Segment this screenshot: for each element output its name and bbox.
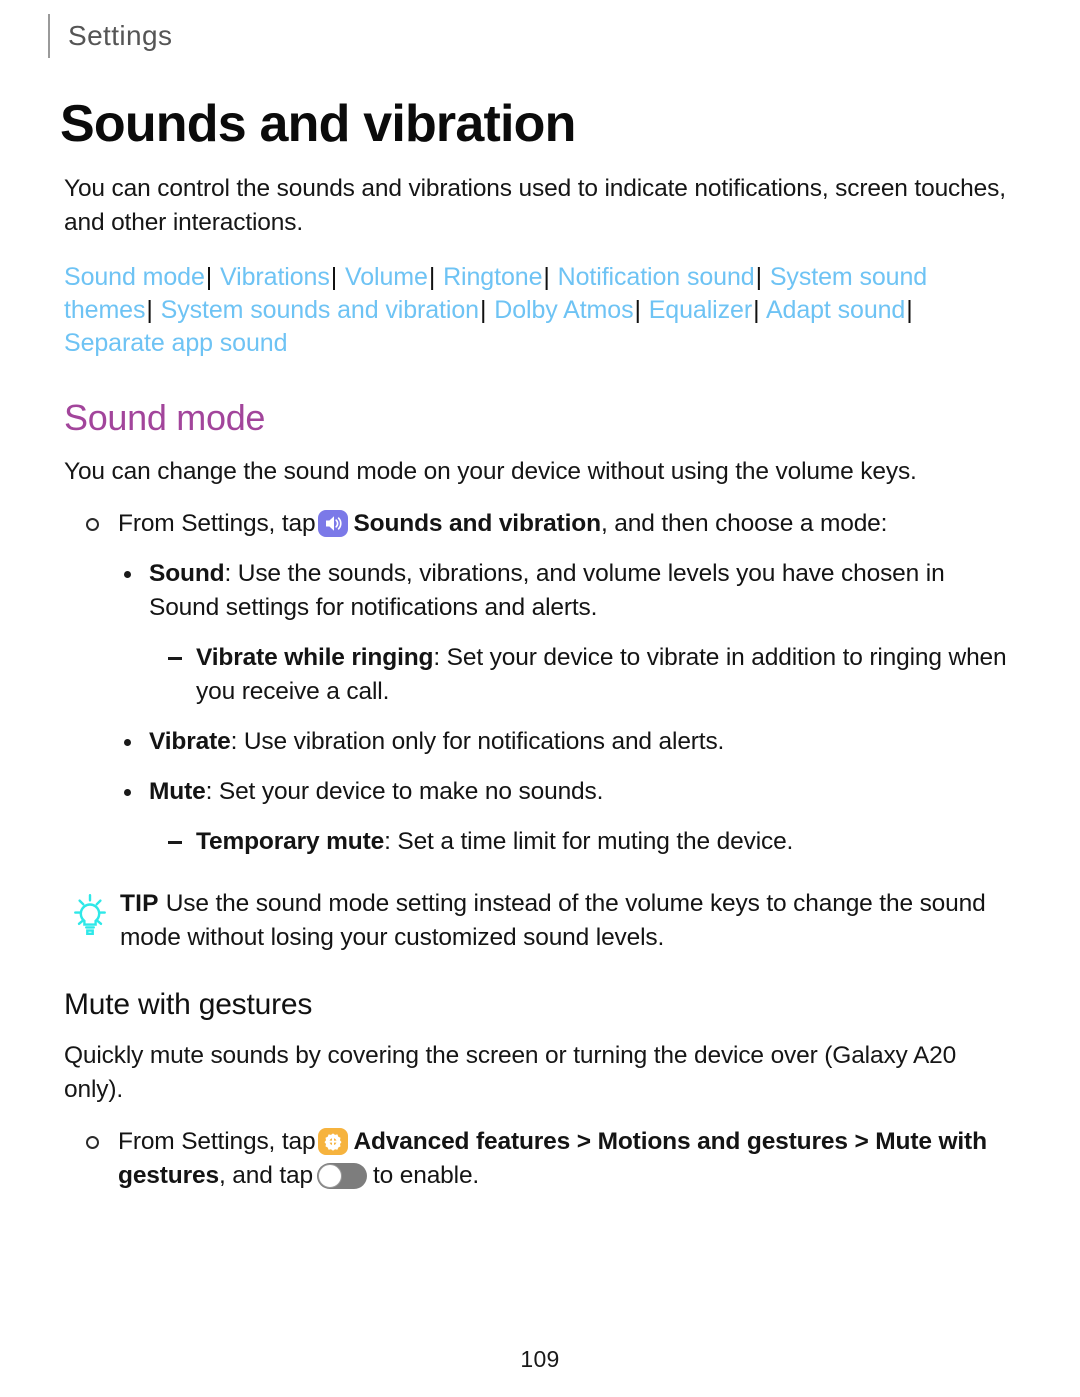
list-item-desc: : Set your device to make no sounds. bbox=[205, 778, 604, 806]
list-item-desc: : Set a time limit for muting the device… bbox=[384, 828, 794, 856]
step-suffix: , and then choose a mode: bbox=[600, 510, 888, 538]
list-item-text: Sound: Use the sounds, vibrations, and v… bbox=[149, 557, 1014, 625]
list-item: Sound: Use the sounds, vibrations, and v… bbox=[124, 557, 1014, 625]
toggle-switch[interactable] bbox=[316, 1163, 367, 1190]
breadcrumb-label: Settings bbox=[68, 20, 173, 51]
step-suffix: to enable. bbox=[372, 1162, 480, 1190]
breadcrumb: Settings bbox=[48, 12, 172, 60]
bullet-dot-icon bbox=[124, 571, 131, 579]
list-item-term: Vibrate while ringing bbox=[196, 644, 434, 672]
list-item-term: Mute bbox=[149, 778, 206, 806]
list-item-desc: : Use vibration only for notifications a… bbox=[230, 728, 725, 756]
list-item-text: Vibrate: Use vibration only for notifica… bbox=[149, 725, 1014, 759]
list-item: Temporary mute: Set a time limit for mut… bbox=[168, 825, 1014, 859]
content-column: You can control the sounds and vibration… bbox=[64, 172, 1014, 1193]
list-item: Vibrate while ringing: Set your device t… bbox=[168, 641, 1014, 709]
link-equalizer[interactable]: Equalizer bbox=[649, 296, 752, 324]
tip-text-block: TIP Use the sound mode setting instead of… bbox=[118, 887, 1014, 955]
list-item-desc: : Use the sounds, vibrations, and volume… bbox=[149, 560, 945, 622]
link-adapt-sound[interactable]: Adapt sound bbox=[766, 296, 905, 324]
bullet-dot-icon bbox=[124, 789, 131, 797]
list-item-term: Vibrate bbox=[149, 728, 231, 756]
bullet-dot-icon bbox=[124, 739, 131, 747]
link-notification-sound[interactable]: Notification sound bbox=[558, 263, 755, 291]
intro-paragraph: You can control the sounds and vibration… bbox=[64, 175, 1006, 236]
list-item-term: Temporary mute bbox=[196, 828, 385, 856]
link-separator: | bbox=[479, 296, 487, 324]
link-separator: | bbox=[205, 263, 213, 291]
step-bold-target: Sounds and vibration bbox=[353, 510, 601, 538]
link-sound-mode[interactable]: Sound mode bbox=[64, 263, 205, 291]
list-item: Mute: Set your device to make no sounds. bbox=[124, 775, 1014, 809]
link-dolby-atmos[interactable]: Dolby Atmos bbox=[494, 296, 633, 324]
link-separator: | bbox=[634, 296, 641, 324]
link-separator: | bbox=[330, 263, 338, 291]
bullet-dash-icon bbox=[168, 657, 182, 660]
list-item: From Settings, tap Sounds and vibration,… bbox=[86, 507, 1014, 541]
list-item: From Settings, tap Advanced features > M… bbox=[86, 1125, 1014, 1193]
toggle-knob bbox=[317, 1164, 342, 1189]
link-separator: | bbox=[755, 263, 763, 291]
link-separator: | bbox=[906, 296, 913, 324]
link-separate-app-sound[interactable]: Separate app sound bbox=[64, 329, 287, 357]
step-prefix: From Settings, tap bbox=[118, 510, 316, 538]
list-item-text: Temporary mute: Set a time limit for mut… bbox=[196, 825, 1014, 859]
hollow-bullet-icon bbox=[86, 1136, 99, 1150]
tip-callout: TIP Use the sound mode setting instead of… bbox=[64, 887, 1014, 955]
page-number: 109 bbox=[520, 1346, 560, 1372]
link-vibrations[interactable]: Vibrations bbox=[220, 263, 330, 291]
document-page: Settings Sounds and vibration You can co… bbox=[0, 0, 1080, 1397]
tip-text: Use the sound mode setting instead of th… bbox=[120, 890, 986, 952]
speaker-icon bbox=[318, 510, 349, 538]
subsection-heading-mute-with-gestures: Mute with gestures bbox=[64, 988, 313, 1022]
list-item-text: From Settings, tap Advanced features > M… bbox=[118, 1125, 1014, 1193]
gear-icon bbox=[318, 1128, 349, 1156]
list-item: Vibrate: Use vibration only for notifica… bbox=[124, 725, 1014, 759]
tip-label: TIP bbox=[120, 890, 159, 918]
bullet-dash-icon bbox=[168, 841, 182, 844]
link-system-sounds-and-vibration[interactable]: System sounds and vibration bbox=[161, 296, 479, 324]
step-prefix: From Settings, tap bbox=[118, 1128, 316, 1156]
list-item-text: From Settings, tap Sounds and vibration,… bbox=[118, 507, 1014, 541]
list-item-term: Sound bbox=[149, 560, 225, 588]
link-separator: | bbox=[428, 263, 436, 291]
mute-with-gestures-intro: Quickly mute sounds by covering the scre… bbox=[64, 1042, 957, 1104]
link-separator: | bbox=[146, 296, 153, 324]
hollow-bullet-icon bbox=[86, 518, 99, 532]
section-links: Sound mode| Vibrations| Volume| Ringtone… bbox=[64, 261, 1014, 360]
link-separator: | bbox=[543, 263, 550, 291]
lightbulb-icon bbox=[64, 891, 118, 944]
breadcrumb-divider bbox=[48, 14, 50, 58]
link-separator: | bbox=[753, 296, 760, 324]
link-ringtone[interactable]: Ringtone bbox=[443, 263, 542, 291]
section-heading-sound-mode: Sound mode bbox=[64, 397, 266, 438]
list-item-text: Vibrate while ringing: Set your device t… bbox=[196, 641, 1014, 709]
sound-mode-intro: You can change the sound mode on your de… bbox=[64, 458, 917, 486]
link-volume[interactable]: Volume bbox=[345, 263, 428, 291]
page-title: Sounds and vibration bbox=[60, 95, 576, 153]
step-mid: , and tap bbox=[218, 1162, 313, 1190]
list-item-text: Mute: Set your device to make no sounds. bbox=[149, 775, 1014, 809]
